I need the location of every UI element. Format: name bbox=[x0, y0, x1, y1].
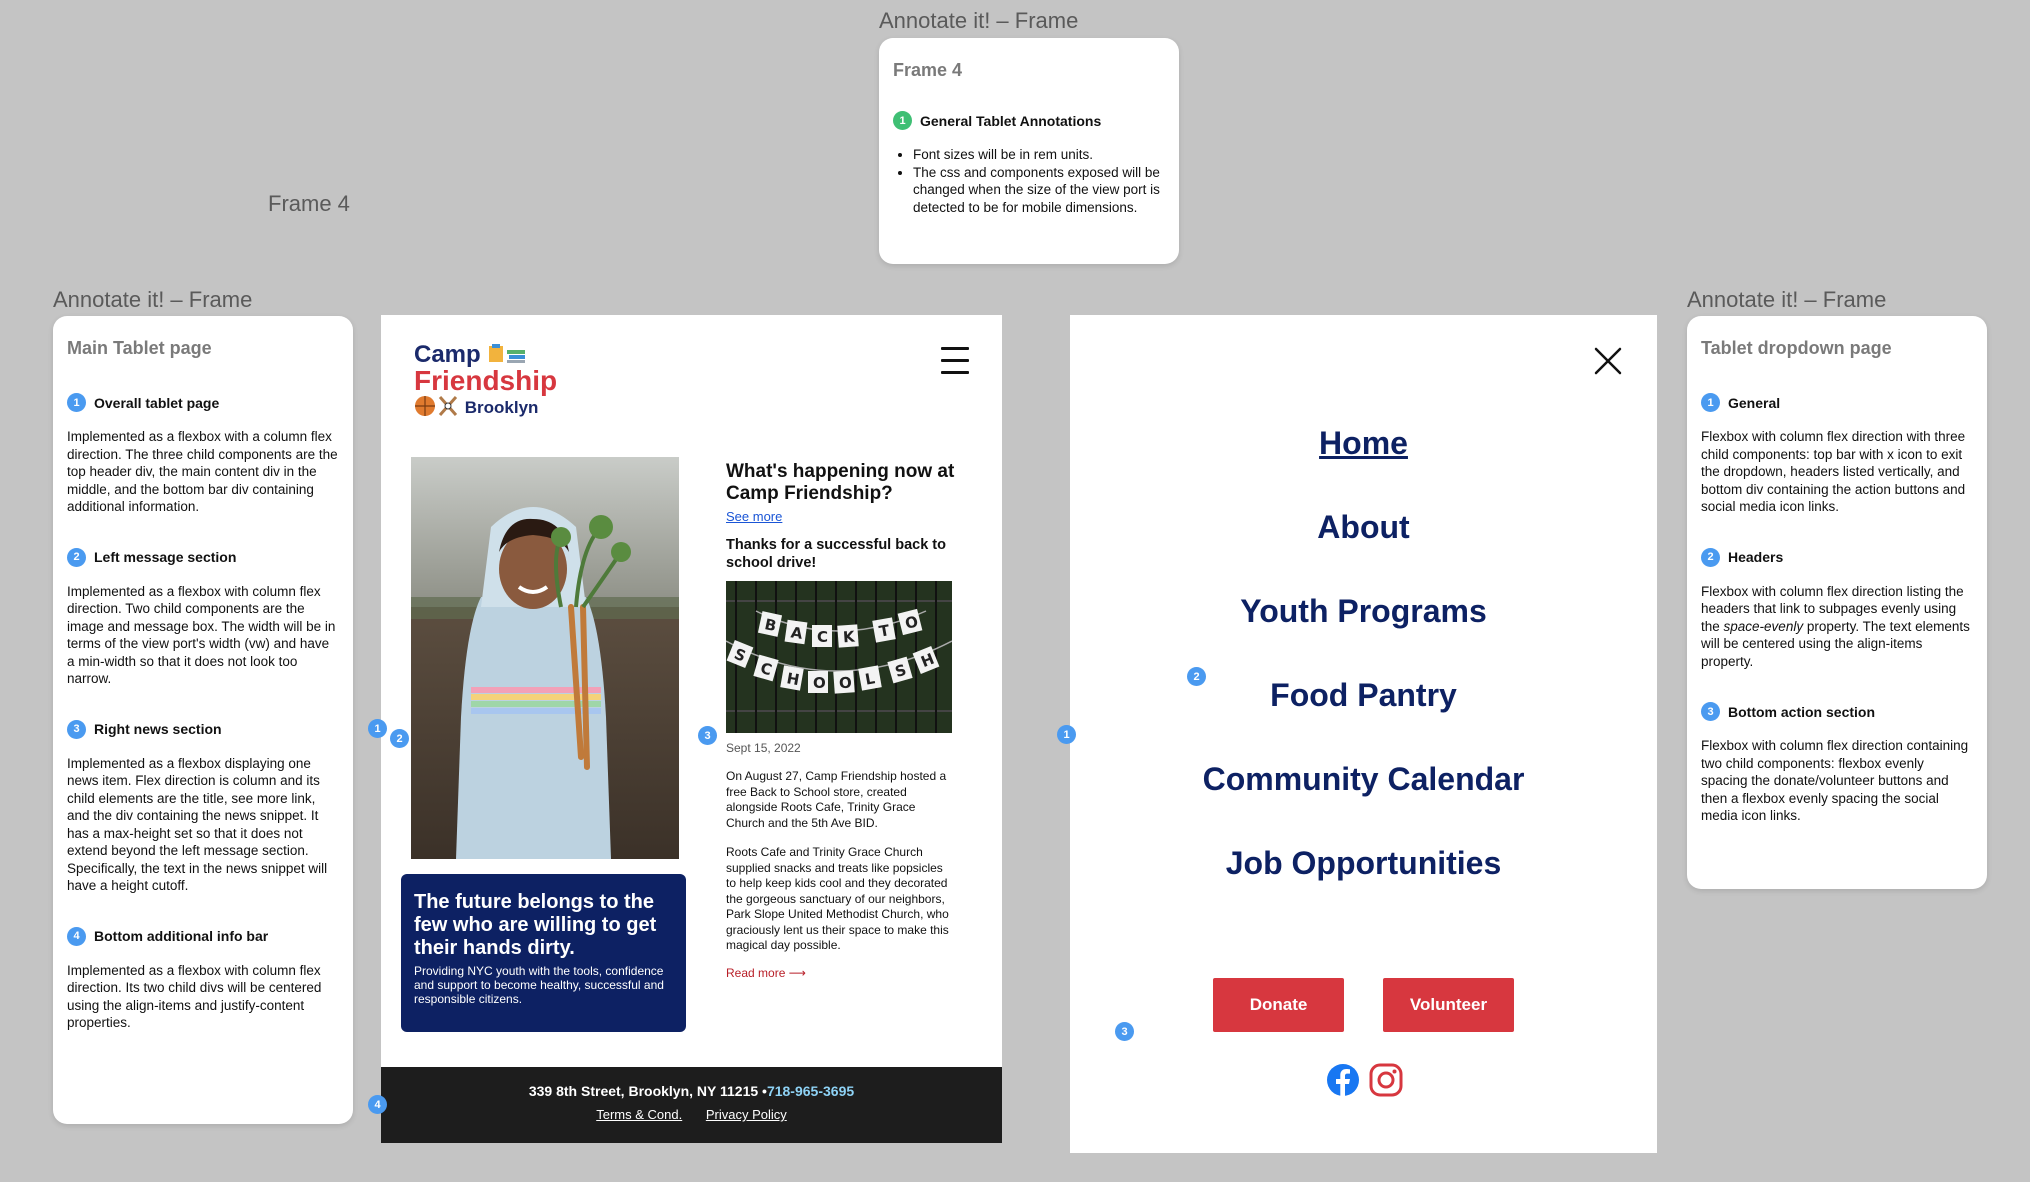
instagram-icon[interactable] bbox=[1369, 1063, 1403, 1097]
annotation-marker-3: 3 bbox=[698, 726, 717, 745]
annotation-title: General bbox=[1728, 394, 1781, 411]
annotation-text-emphasis: space-evenly bbox=[1723, 618, 1804, 634]
card-title: Main Tablet page bbox=[67, 338, 212, 358]
annotation-title: General Tablet Annotations bbox=[920, 112, 1102, 129]
annotation-number-badge: 3 bbox=[1701, 702, 1720, 721]
news-image-back-to-school: B A C K T O S C H O O L S H bbox=[726, 581, 952, 733]
annotation-body: Implemented as a flexbox with a column f… bbox=[67, 429, 338, 514]
frame-label-left: Annotate it! – Frame bbox=[53, 287, 253, 312]
annotation-title: Bottom additional info bar bbox=[94, 928, 269, 944]
annotation-title: Right news section bbox=[94, 721, 222, 737]
annotation-bullet: The css and components exposed will be c… bbox=[913, 164, 1165, 217]
annotation-number-badge: 2 bbox=[1701, 547, 1720, 567]
svg-text:C: C bbox=[817, 628, 828, 646]
annotation-item: 1 General Flexbox with column flex direct… bbox=[1701, 393, 1973, 516]
annotation-body: Implemented as a flexbox displaying one … bbox=[67, 755, 328, 894]
annotation-number-badge: 4 bbox=[67, 926, 86, 946]
annotation-item: 1 Overall tablet page Implemented as a fl… bbox=[67, 393, 339, 516]
annotation-item: 3 Bottom action section Flexbox with colu… bbox=[1701, 702, 1973, 825]
message-subtitle: Providing NYC youth with the tools, conf… bbox=[414, 964, 664, 1006]
menu-item-youth-programs[interactable]: Youth Programs bbox=[1070, 593, 1657, 677]
annotation-item: 2 Left message section Implemented as a f… bbox=[67, 547, 339, 688]
close-icon[interactable] bbox=[1594, 347, 1622, 375]
news-subtitle: Thanks for a successful back to school d… bbox=[726, 537, 946, 571]
hamburger-menu-icon[interactable] bbox=[941, 347, 969, 374]
general-annotation-card: Frame 4 1 General Tablet Annotations Fon… bbox=[879, 38, 1179, 264]
annotation-title: Headers bbox=[1728, 549, 1784, 565]
card-title: Tablet dropdown page bbox=[1701, 338, 1892, 358]
svg-text:O: O bbox=[838, 673, 852, 692]
annotation-number-badge: 3 bbox=[67, 719, 86, 739]
sports-icon bbox=[415, 396, 458, 416]
annotation-body: Flexbox with column flex direction listi… bbox=[1701, 583, 1973, 671]
svg-text:O: O bbox=[813, 674, 826, 692]
annotation-body: Flexbox with column flex direction with … bbox=[1701, 429, 1966, 514]
footer-links: Terms & Cond. Privacy Policy bbox=[381, 1107, 1002, 1122]
hero-image-girl-with-carrots bbox=[411, 457, 679, 859]
annotation-number-badge: 2 bbox=[67, 547, 86, 567]
menu-item-job-opportunities[interactable]: Job Opportunities bbox=[1070, 845, 1657, 929]
news-paragraph: On August 27, Camp Friendship hosted a f… bbox=[726, 769, 947, 830]
read-more-link[interactable]: Read more ⟶ bbox=[726, 966, 956, 980]
annotation-number-badge: 1 bbox=[893, 111, 912, 130]
address-text: 339 8th Street, Brooklyn, NY 11215 • bbox=[528, 1083, 767, 1099]
annotation-marker-1: 1 bbox=[1057, 725, 1076, 744]
menu-item-about[interactable]: About bbox=[1070, 509, 1657, 593]
menu-item-community-calendar[interactable]: Community Calendar bbox=[1070, 761, 1657, 845]
dropdown-annotation-card: Tablet dropdown page 1 General Flexbox wi… bbox=[1687, 316, 1987, 889]
annotation-number-badge: 1 bbox=[67, 393, 86, 412]
footer-address: 339 8th Street, Brooklyn, NY 11215 •718-… bbox=[381, 1083, 1002, 1099]
terms-link[interactable]: Terms & Cond. bbox=[596, 1107, 682, 1122]
annotation-title: Bottom action section bbox=[1728, 703, 1876, 720]
annotation-marker-2: 2 bbox=[390, 729, 409, 748]
annotation-body: Implemented as a flexbox with column fle… bbox=[67, 962, 322, 1031]
annotation-bullet: Font sizes will be in rem units. bbox=[913, 146, 1165, 164]
news-section: What's happening now at Camp Friendship?… bbox=[726, 461, 956, 980]
footer-info-bar: 339 8th Street, Brooklyn, NY 11215 •718-… bbox=[381, 1067, 1002, 1143]
annotation-body: Font sizes will be in rem units. The css… bbox=[893, 146, 1165, 216]
annotation-body: Implemented as a flexbox with column fle… bbox=[67, 583, 336, 687]
annotation-marker-2: 2 bbox=[1187, 667, 1206, 686]
dropdown-menu: Home About Youth Programs Food Pantry Co… bbox=[1070, 425, 1657, 929]
books-icon bbox=[489, 344, 526, 363]
annotation-body: Flexbox with column flex direction conta… bbox=[1701, 738, 1969, 823]
annotation-title: Left message section bbox=[94, 549, 237, 565]
facebook-icon[interactable] bbox=[1326, 1063, 1360, 1097]
main-tablet-annotation-card: Main Tablet page 1 Overall tablet page Im… bbox=[53, 316, 353, 1124]
annotation-marker-3: 3 bbox=[1115, 1022, 1134, 1041]
annotation-title: Overall tablet page bbox=[94, 394, 220, 411]
card-title: Frame 4 bbox=[893, 60, 963, 80]
annotation-marker-4: 4 bbox=[368, 1095, 387, 1114]
news-date: Sept 15, 2022 bbox=[726, 741, 801, 755]
annotation-item: 2 Headers Flexbox with column flex direct… bbox=[1701, 547, 1973, 671]
menu-item-home[interactable]: Home bbox=[1070, 425, 1657, 509]
donate-button[interactable]: Donate bbox=[1213, 978, 1344, 1032]
volunteer-button[interactable]: Volunteer bbox=[1383, 978, 1514, 1032]
frame-label-top: Annotate it! – Frame bbox=[879, 8, 1079, 33]
message-title: The future belongs to the few who are wi… bbox=[414, 891, 657, 959]
phone-link[interactable]: 718-965-3695 bbox=[767, 1083, 854, 1099]
annotation-heading: 1 General Tablet Annotations bbox=[893, 111, 1165, 130]
message-box: The future belongs to the few who are wi… bbox=[401, 874, 686, 1032]
camp-friendship-logo[interactable]: Camp Friendship Brooklyn bbox=[414, 342, 564, 422]
logo-line-brooklyn: Brooklyn bbox=[414, 395, 564, 419]
tablet-dropdown-page: Home About Youth Programs Food Pantry Co… bbox=[1070, 315, 1657, 1153]
annotation-item: 4 Bottom additional info bar Implemented … bbox=[67, 926, 339, 1032]
privacy-policy-link[interactable]: Privacy Policy bbox=[706, 1107, 787, 1122]
frame-label-right: Annotate it! – Frame bbox=[1687, 287, 1887, 312]
annotation-marker-1: 1 bbox=[368, 719, 387, 738]
news-paragraph: Roots Cafe and Trinity Grace Church supp… bbox=[726, 845, 949, 952]
annotation-item: 3 Right news section Implemented as a fle… bbox=[67, 719, 339, 895]
annotation-number-badge: 1 bbox=[1701, 393, 1720, 412]
logo-line-friendship: Friendship bbox=[414, 365, 558, 396]
see-more-link[interactable]: See more bbox=[726, 509, 956, 524]
news-title: What's happening now at Camp Friendship? bbox=[726, 461, 955, 504]
tablet-main-page: Camp Friendship Brooklyn The future belo… bbox=[381, 315, 1002, 1143]
logo-line-camp: Camp bbox=[414, 342, 564, 367]
menu-item-food-pantry[interactable]: Food Pantry bbox=[1070, 677, 1657, 761]
frame-name-label: Frame 4 bbox=[268, 191, 350, 216]
